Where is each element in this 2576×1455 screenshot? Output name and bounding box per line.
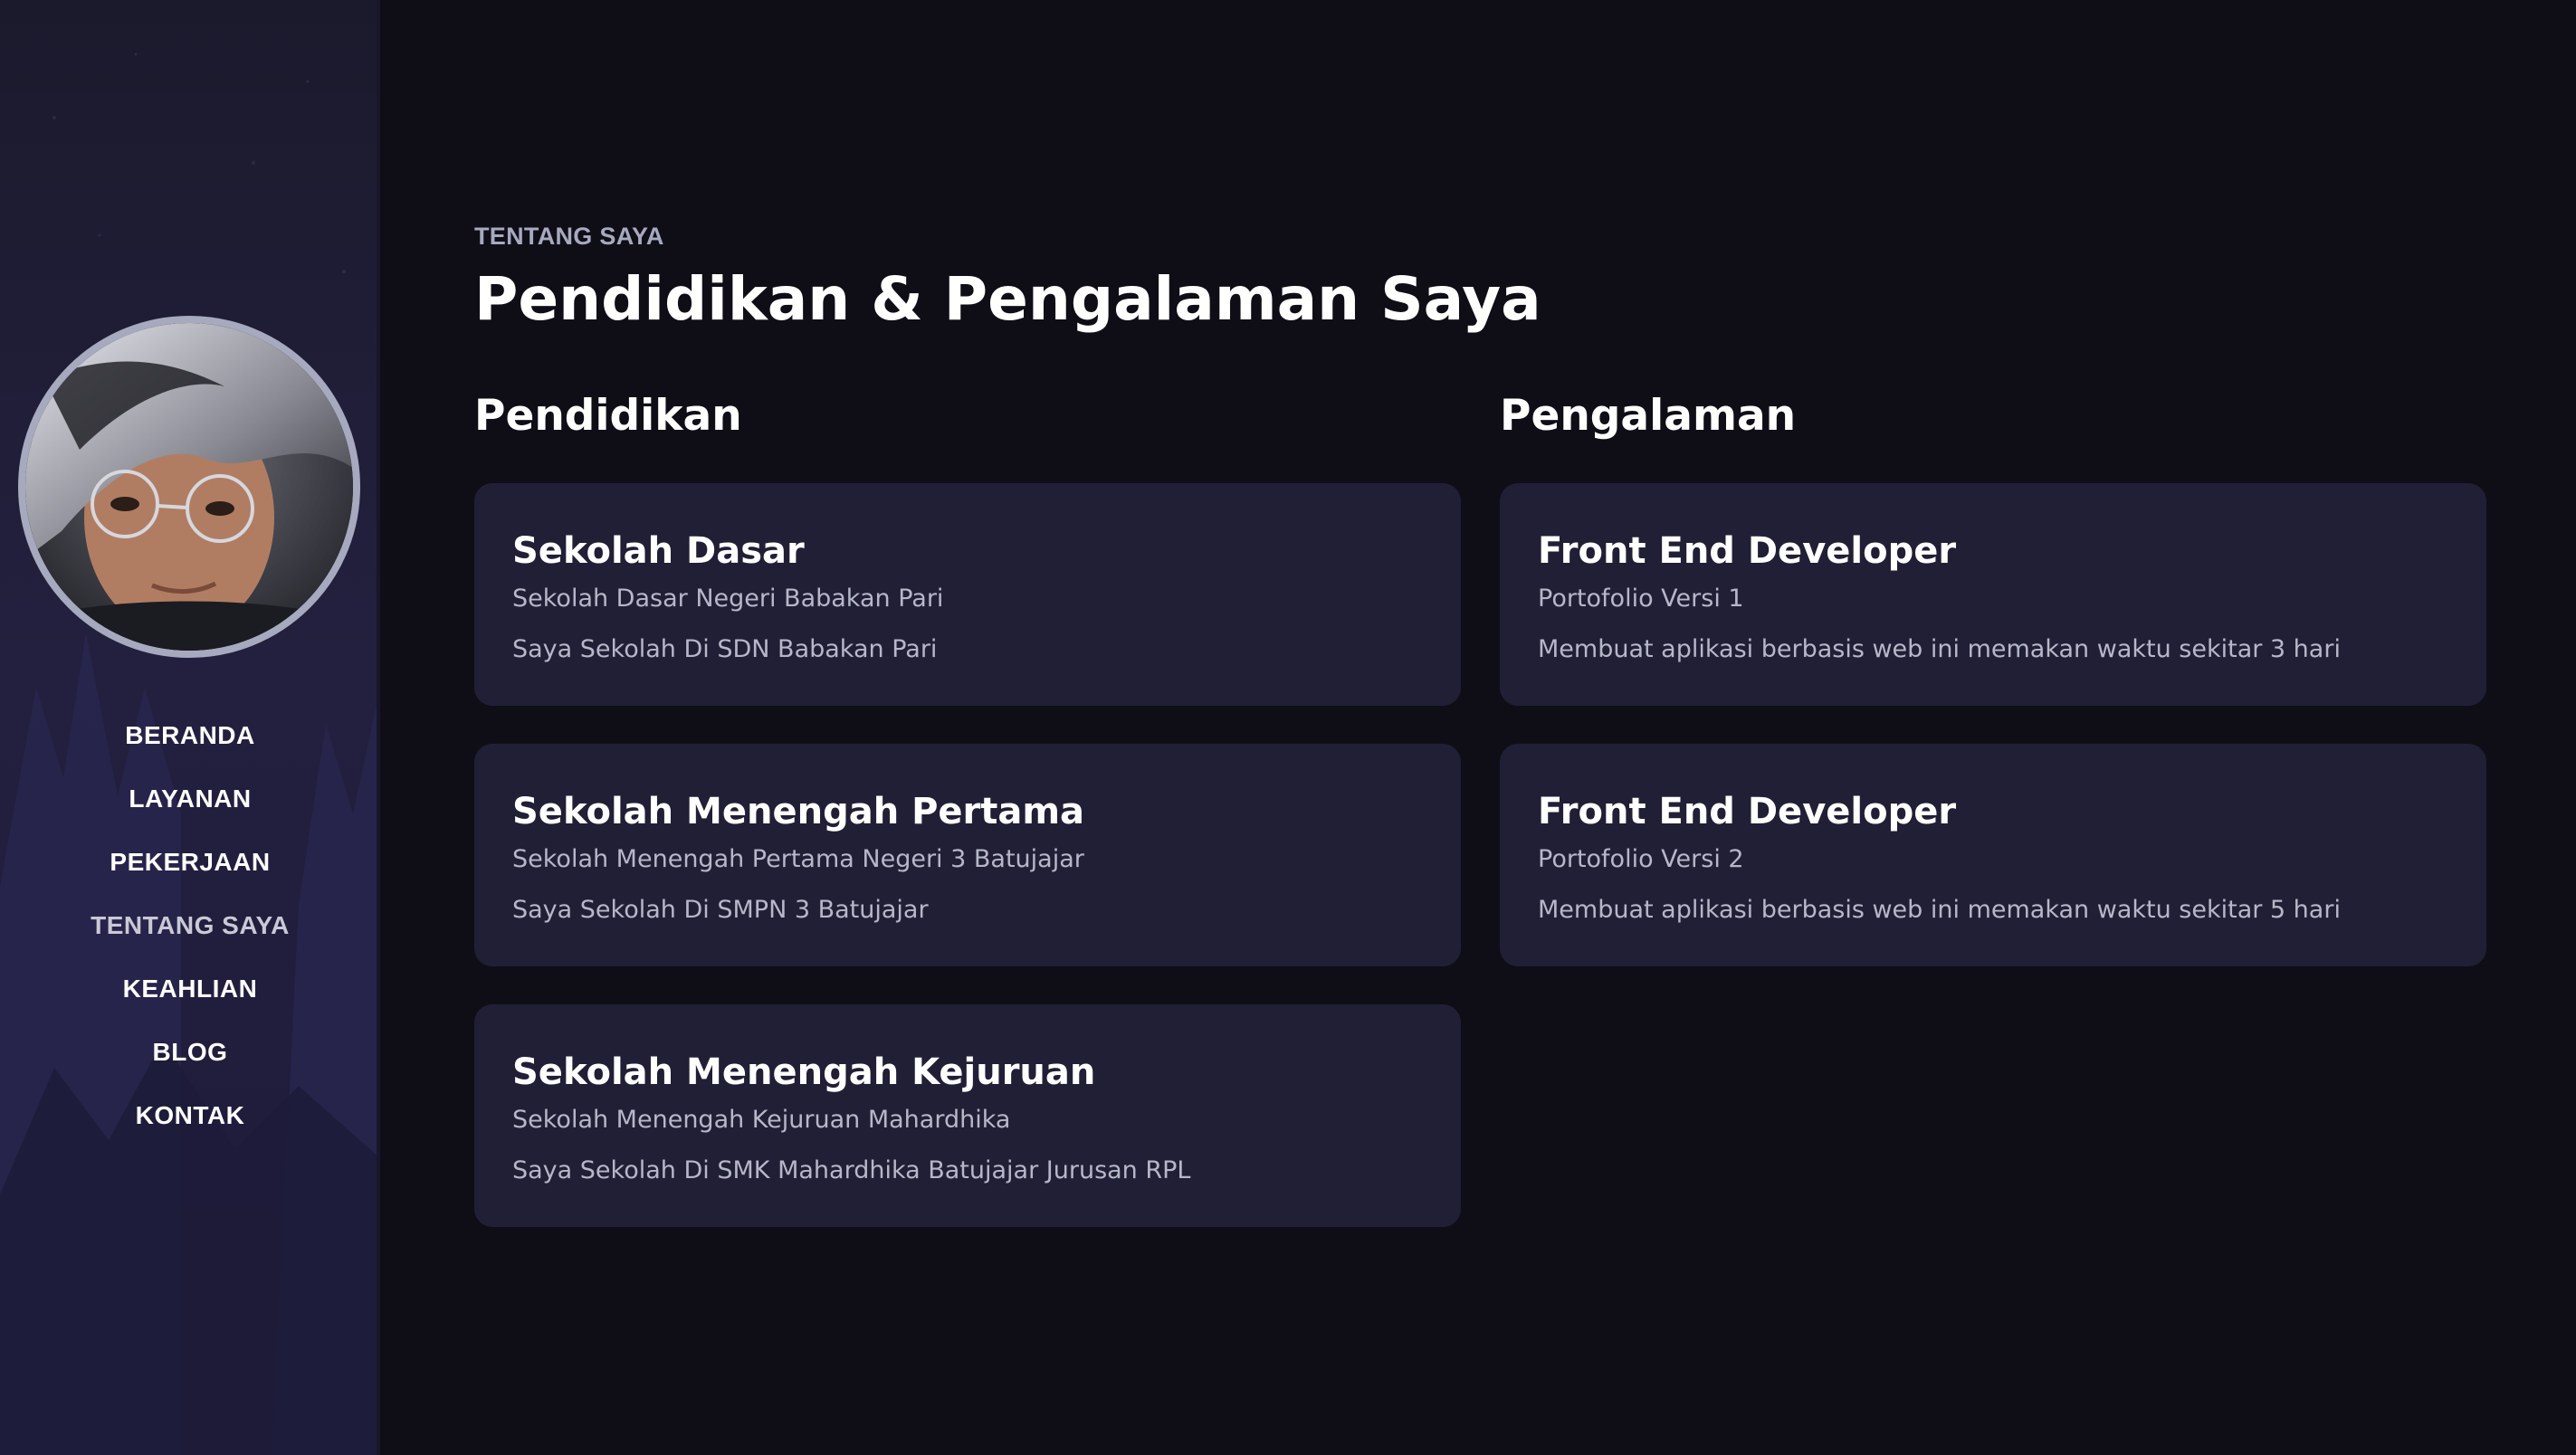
education-heading: Pendidikan (474, 391, 742, 441)
card-title: Sekolah Menengah Kejuruan (512, 1051, 1096, 1093)
card-title: Front End Developer (1538, 791, 1957, 832)
card-subtitle: Sekolah Dasar Negeri Babakan Pari (512, 585, 944, 613)
experience-card: Front End Developer Portofolio Versi 2 M… (1500, 744, 2486, 966)
card-description: Saya Sekolah Di SDN Babakan Pari (512, 635, 938, 663)
card-title: Front End Developer (1538, 530, 1957, 572)
nav-layanan[interactable]: LAYANAN (0, 778, 380, 842)
avatar (18, 316, 360, 658)
nav-keahlian[interactable]: KEAHLIAN (0, 968, 380, 1032)
avatar-photo (25, 323, 353, 651)
card-subtitle: Portofolio Versi 2 (1538, 845, 1744, 873)
nav-tentang-saya[interactable]: TENTANG SAYA (0, 905, 380, 968)
section-eyebrow: TENTANG SAYA (474, 223, 664, 250)
card-subtitle: Portofolio Versi 1 (1538, 585, 1744, 613)
card-description: Saya Sekolah Di SMK Mahardhika Batujajar… (512, 1156, 1191, 1184)
education-card: Sekolah Menengah Kejuruan Sekolah Meneng… (474, 1004, 1461, 1227)
card-title: Sekolah Dasar (512, 530, 805, 572)
card-description: Membuat aplikasi berbasis web ini memaka… (1538, 896, 2341, 924)
nav-blog[interactable]: BLOG (0, 1032, 380, 1095)
nav-beranda[interactable]: BERANDA (0, 715, 380, 778)
card-subtitle: Sekolah Menengah Pertama Negeri 3 Batuja… (512, 845, 1084, 873)
sidebar: BERANDA LAYANAN PEKERJAAN TENTANG SAYA K… (0, 0, 380, 1455)
experience-heading: Pengalaman (1500, 391, 1797, 441)
main-nav: BERANDA LAYANAN PEKERJAAN TENTANG SAYA K… (0, 715, 380, 1158)
about-section: TENTANG SAYA Pendidikan & Pengalaman Say… (474, 0, 2486, 1455)
experience-card: Front End Developer Portofolio Versi 1 M… (1500, 483, 2486, 706)
card-title: Sekolah Menengah Pertama (512, 791, 1085, 832)
nav-pekerjaan[interactable]: PEKERJAAN (0, 842, 380, 905)
education-card: Sekolah Dasar Sekolah Dasar Negeri Babak… (474, 483, 1461, 706)
card-subtitle: Sekolah Menengah Kejuruan Mahardhika (512, 1106, 1011, 1134)
card-description: Saya Sekolah Di SMPN 3 Batujajar (512, 896, 929, 924)
nav-kontak[interactable]: KONTAK (0, 1095, 380, 1158)
page-title: Pendidikan & Pengalaman Saya (474, 264, 1541, 334)
card-description: Membuat aplikasi berbasis web ini memaka… (1538, 635, 2341, 663)
education-card: Sekolah Menengah Pertama Sekolah Menenga… (474, 744, 1461, 966)
